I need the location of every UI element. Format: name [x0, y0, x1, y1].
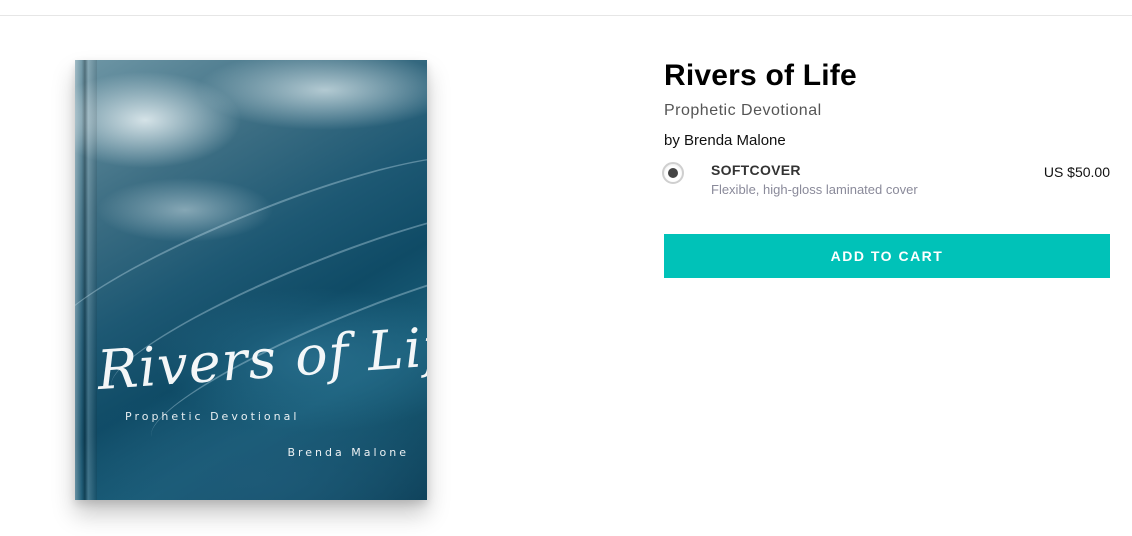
- product-details: Rivers of Life Prophetic Devotional by B…: [662, 56, 1110, 278]
- product-author: by Brenda Malone: [664, 132, 786, 149]
- product-subtitle: Prophetic Devotional: [664, 102, 822, 119]
- book-cover-art: Rivers of Life Prophetic Devotional Bren…: [75, 60, 427, 500]
- product-title: Rivers of Life: [664, 59, 857, 92]
- cover-subtitle: Prophetic Devotional: [125, 410, 300, 423]
- book-cover-image: Rivers of Life Prophetic Devotional Bren…: [75, 60, 427, 500]
- cover-author: Brenda Malone: [287, 446, 409, 459]
- add-to-cart-button[interactable]: ADD TO CART: [664, 234, 1110, 278]
- softcover-radio[interactable]: [662, 162, 684, 184]
- header-bar: [0, 0, 1132, 16]
- format-option-softcover[interactable]: SOFTCOVER Flexible, high-gloss laminated…: [662, 162, 1110, 206]
- book-spine: [75, 60, 97, 500]
- option-description: Flexible, high-gloss laminated cover: [711, 182, 918, 197]
- option-name: SOFTCOVER: [711, 162, 801, 178]
- option-price: US $50.00: [1043, 164, 1110, 180]
